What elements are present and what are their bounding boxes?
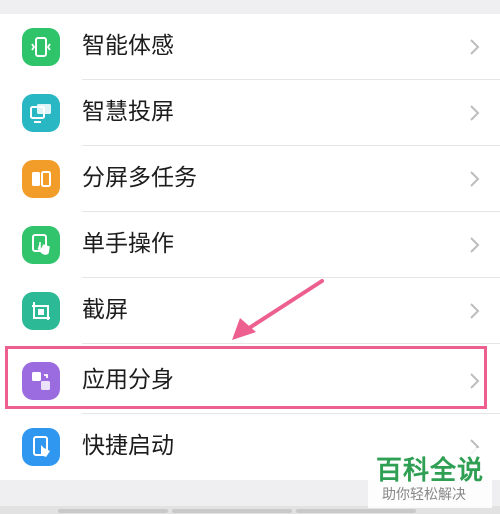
chevron-right-icon — [470, 39, 480, 55]
settings-item-one-hand[interactable]: 单手操作 — [0, 212, 500, 278]
screenshot-icon — [22, 292, 60, 330]
settings-item-label: 智能体感 — [82, 33, 174, 59]
split-screen-icon — [22, 160, 60, 198]
one-hand-icon — [22, 226, 60, 264]
settings-item-label: 单手操作 — [82, 231, 174, 257]
chevron-right-icon — [470, 303, 480, 319]
settings-item-label: 智慧投屏 — [82, 99, 174, 125]
top-strip — [0, 0, 500, 14]
settings-item-label: 分屏多任务 — [82, 165, 197, 191]
highlight-box — [5, 346, 487, 409]
quick-launch-icon — [22, 428, 60, 466]
settings-item-motion-sense[interactable]: 智能体感 — [0, 14, 500, 80]
chevron-right-icon — [470, 105, 480, 121]
screen-cast-icon — [22, 94, 60, 132]
chevron-right-icon — [470, 171, 480, 187]
settings-item-screen-cast[interactable]: 智慧投屏 — [0, 80, 500, 146]
settings-item-screenshot[interactable]: 截屏 — [0, 278, 500, 344]
watermark-subtitle: 助你轻松解决 — [382, 487, 466, 503]
divider — [82, 343, 500, 344]
settings-item-split-screen[interactable]: 分屏多任务 — [0, 146, 500, 212]
settings-item-label: 快捷启动 — [82, 433, 174, 459]
watermark-title: 百科全说 — [376, 456, 485, 486]
chevron-right-icon — [470, 237, 480, 253]
motion-sense-icon — [22, 28, 60, 66]
settings-list: 智能体感 智慧投屏 分屏多任务 单手操作 截屏 应用分身 快捷启动 — [0, 14, 500, 480]
watermark: 百科全说 助你轻松解决 — [368, 448, 492, 508]
settings-item-label: 截屏 — [82, 297, 128, 323]
